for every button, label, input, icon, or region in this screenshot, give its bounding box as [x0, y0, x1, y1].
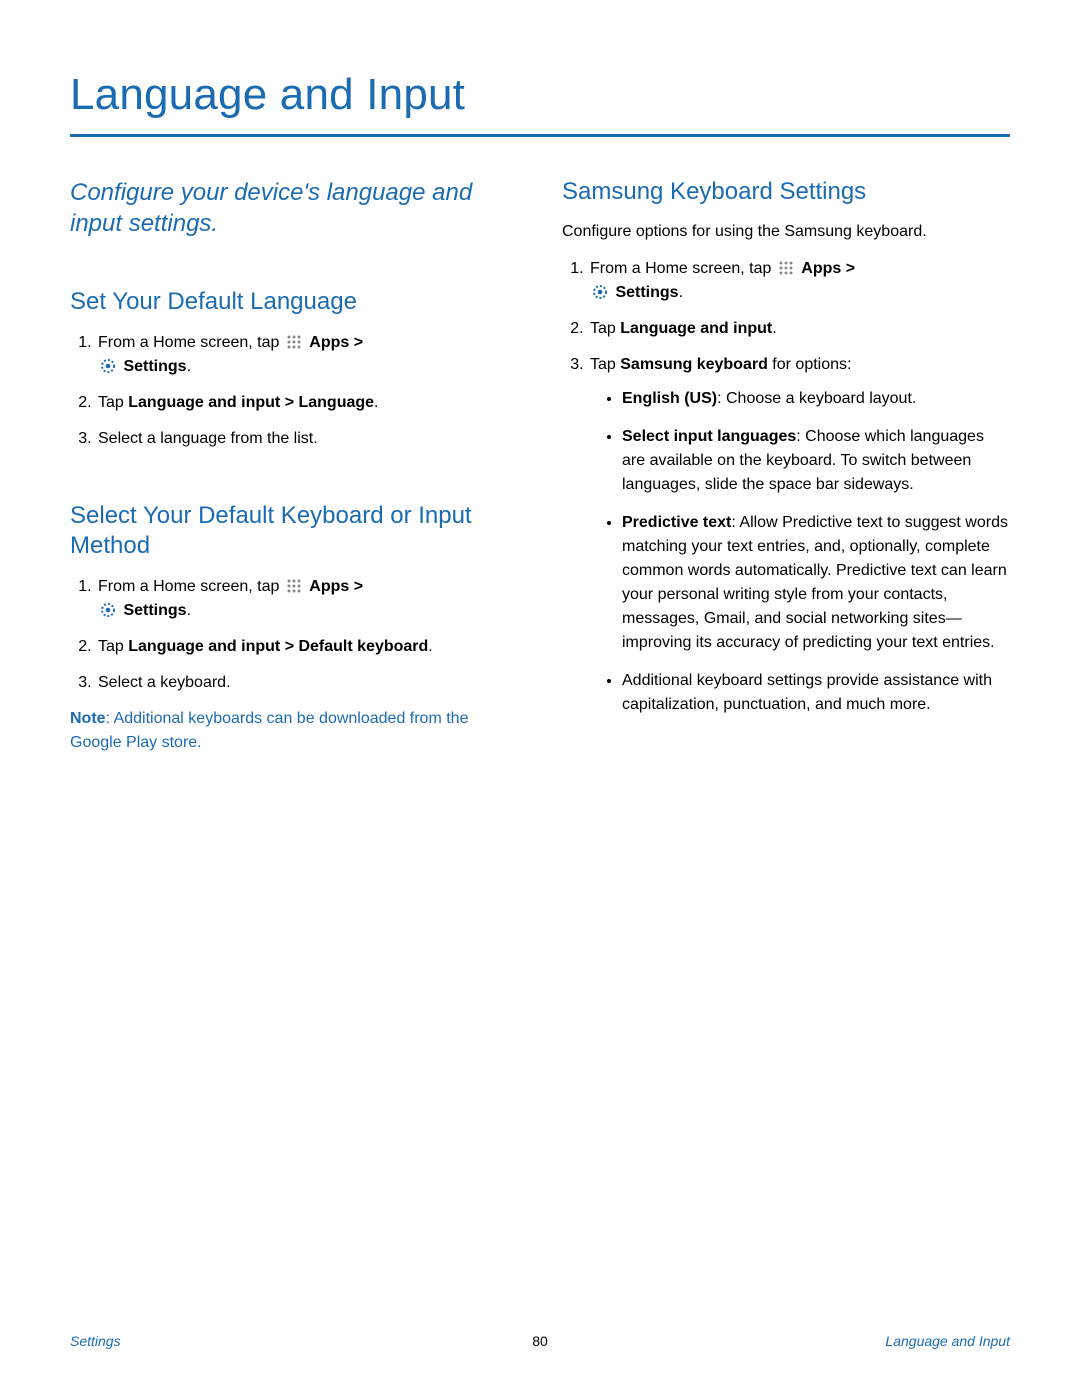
apps-icon [286, 334, 302, 350]
list-item: From a Home screen, tap Apps > Settings. [96, 575, 518, 623]
list-item: Tap Samsung keyboard for options: Englis… [588, 353, 1010, 717]
step-text: > [354, 334, 363, 351]
step-bold: Language and input > Default keyboard [128, 638, 428, 655]
title-rule [70, 134, 1010, 137]
apps-label: Apps [309, 334, 349, 351]
step-bold: Samsung keyboard [620, 356, 768, 373]
settings-label: Settings [615, 284, 678, 301]
list-item: Additional keyboard settings provide ass… [622, 669, 1010, 717]
step-text: Tap [590, 320, 620, 337]
step-bold: Language and input > Language [128, 394, 374, 411]
step-text: Tap [98, 394, 128, 411]
right-column: Samsung Keyboard Settings Configure opti… [562, 177, 1010, 755]
list-item: Tap Language and input. [588, 317, 1010, 341]
list-item: Select input languages: Choose which lan… [622, 425, 1010, 497]
step-text: . [187, 358, 191, 375]
step-text: From a Home screen, tap [98, 578, 284, 595]
settings-icon [592, 284, 608, 300]
two-column-layout: Configure your device's language and inp… [70, 177, 1010, 755]
step-text: From a Home screen, tap [98, 334, 284, 351]
step-text: . [772, 320, 776, 337]
note-label: Note [70, 710, 106, 727]
apps-icon [286, 578, 302, 594]
list-item: Predictive text: Allow Predictive text t… [622, 511, 1010, 655]
heading-samsung-keyboard-settings: Samsung Keyboard Settings [562, 177, 1010, 207]
list-item: English (US): Choose a keyboard layout. [622, 387, 1010, 411]
note-body: : Additional keyboards can be downloaded… [70, 710, 468, 751]
list-item: From a Home screen, tap Apps > Settings. [588, 257, 1010, 305]
step-text: . [679, 284, 683, 301]
step-text: . [428, 638, 432, 655]
step-text: Tap [98, 638, 128, 655]
spacer [70, 463, 518, 495]
set-default-language-steps: From a Home screen, tap Apps > Settings.… [70, 331, 518, 451]
apps-icon [778, 260, 794, 276]
page-footer: Settings 80 Language and Input [70, 1333, 1010, 1349]
step-text: > [354, 578, 363, 595]
bullet-text: : Allow Predictive text to suggest words… [622, 514, 1008, 651]
settings-icon [100, 602, 116, 618]
heading-set-default-language: Set Your Default Language [70, 287, 518, 317]
bullet-text: Additional keyboard settings provide ass… [622, 672, 992, 713]
step-text: > [846, 260, 855, 277]
step-text: for options: [768, 356, 852, 373]
step-text: From a Home screen, tap [590, 260, 776, 277]
apps-label: Apps [309, 578, 349, 595]
document-page: Language and Input Configure your device… [0, 0, 1080, 1397]
samsung-keyboard-steps: From a Home screen, tap Apps > Settings.… [562, 257, 1010, 717]
apps-label: Apps [801, 260, 841, 277]
bullet-bold: English (US) [622, 390, 717, 407]
list-item: Select a keyboard. [96, 671, 518, 695]
bullet-bold: Select input languages [622, 428, 796, 445]
list-item: Tap Language and input > Default keyboar… [96, 635, 518, 659]
step-text: . [187, 602, 191, 619]
settings-icon [100, 358, 116, 374]
lead-text: Configure options for using the Samsung … [562, 221, 1010, 243]
list-item: From a Home screen, tap Apps > Settings. [96, 331, 518, 379]
step-text: . [374, 394, 378, 411]
page-number: 80 [70, 1333, 1010, 1349]
settings-label: Settings [123, 602, 186, 619]
step-text: Tap [590, 356, 620, 373]
intro-text: Configure your device's language and inp… [70, 177, 518, 239]
step-bold: Language and input [620, 320, 772, 337]
bullet-text: : Choose a keyboard layout. [717, 390, 916, 407]
list-item: Select a language from the list. [96, 427, 518, 451]
select-default-keyboard-steps: From a Home screen, tap Apps > Settings.… [70, 575, 518, 695]
settings-label: Settings [123, 358, 186, 375]
samsung-keyboard-options: English (US): Choose a keyboard layout. … [590, 387, 1010, 717]
list-item: Tap Language and input > Language. [96, 391, 518, 415]
heading-select-default-keyboard: Select Your Default Keyboard or Input Me… [70, 501, 518, 561]
left-column: Configure your device's language and inp… [70, 177, 518, 755]
note-text: Note: Additional keyboards can be downlo… [70, 707, 518, 755]
page-title: Language and Input [70, 70, 1010, 134]
bullet-bold: Predictive text [622, 514, 731, 531]
